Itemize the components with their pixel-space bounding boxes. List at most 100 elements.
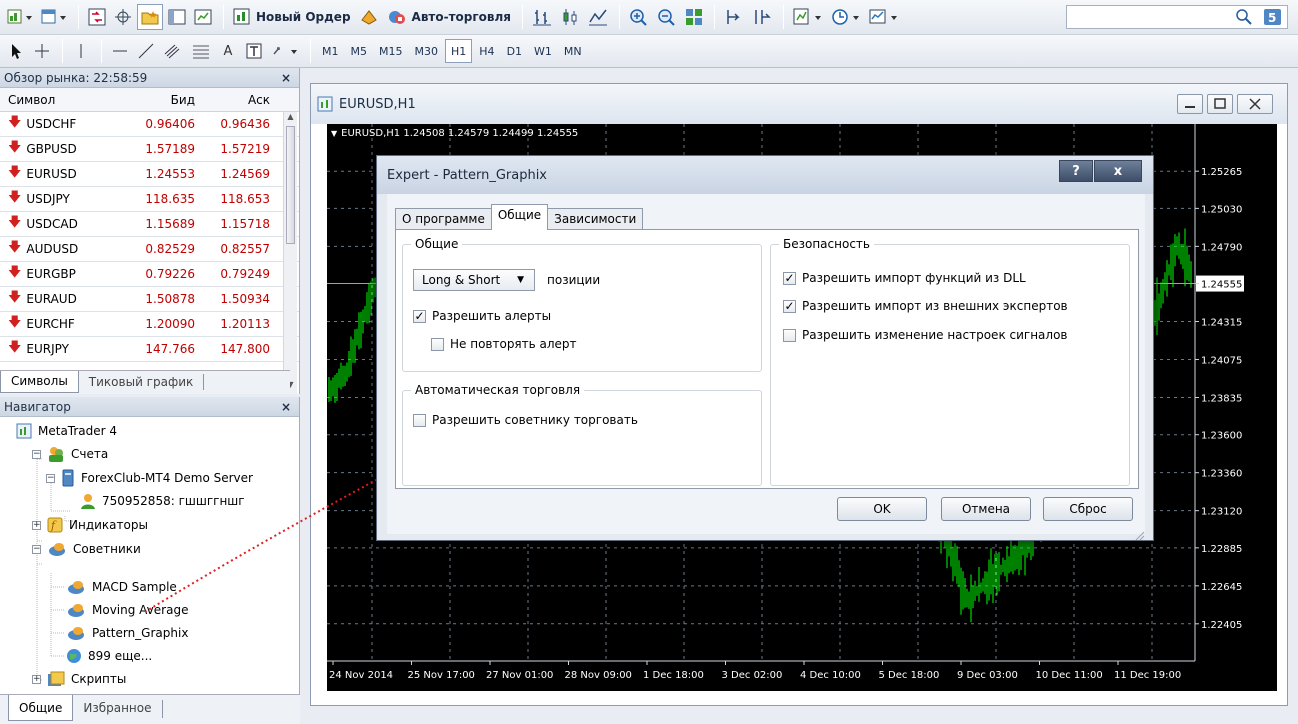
expand-toggle[interactable]: + <box>32 674 41 684</box>
timeframe-h1[interactable]: H1 <box>445 39 473 63</box>
tab-tick-chart[interactable]: Тиковый график <box>79 374 205 390</box>
trendline-tool[interactable] <box>134 38 158 64</box>
tree-experts[interactable]: − Советники <box>32 541 141 557</box>
community-icon[interactable]: 5 <box>1263 8 1283 26</box>
cancel-button[interactable]: Отмена <box>941 497 1031 521</box>
timeframe-d1[interactable]: D1 <box>502 39 527 63</box>
tree-scripts[interactable]: + Скрипты <box>32 671 126 687</box>
collapse-toggle[interactable]: − <box>32 544 41 554</box>
dialog-close-button[interactable]: x <box>1094 160 1142 182</box>
bid-column-header[interactable]: Бид <box>122 93 201 107</box>
tab-symbols[interactable]: Символы <box>0 371 79 393</box>
market-watch-scrollbar[interactable]: ▲ ▼ <box>283 112 297 394</box>
new-chart-button[interactable] <box>4 4 36 30</box>
cursor-tool[interactable] <box>4 38 28 64</box>
auto-trading-button[interactable]: Авто-торговля <box>384 4 514 30</box>
crosshair-tool[interactable] <box>30 38 54 64</box>
zoom-in-button[interactable] <box>626 4 652 30</box>
chart-shift-button[interactable] <box>721 4 747 30</box>
tile-windows-button[interactable] <box>682 4 706 30</box>
chart-window-titlebar[interactable]: EURUSD,H1 <box>311 84 1287 124</box>
table-row[interactable]: 🡇 EURGBP 0.79226 0.79249 <box>0 262 299 287</box>
minimize-button[interactable] <box>1177 94 1203 114</box>
allow-expert-trade-checkbox[interactable]: Разрешить советнику торговать <box>413 413 638 427</box>
table-row[interactable]: 🡇 EURCHF 1.20090 1.20113 <box>0 312 299 337</box>
ok-button[interactable]: OK <box>837 497 927 521</box>
table-row[interactable]: 🡇 AUDUSD 0.82529 0.82557 <box>0 237 299 262</box>
tab-common[interactable]: Общие <box>490 204 549 230</box>
vertical-line-tool[interactable] <box>69 38 93 64</box>
expert-item[interactable]: MACD Sample <box>66 579 177 595</box>
arrows-tool[interactable] <box>268 38 302 64</box>
equidistant-channel-tool[interactable] <box>160 38 186 64</box>
bar-chart-button[interactable] <box>529 4 555 30</box>
new-order-button[interactable]: Новый Ордер <box>230 4 354 30</box>
tab-general[interactable]: Общие <box>8 695 74 721</box>
table-row[interactable]: 🡇 EURAUD 1.50878 1.50934 <box>0 287 299 312</box>
tab-about[interactable]: О программе <box>395 208 492 230</box>
positions-select[interactable]: Long & Short ▼ <box>413 269 535 291</box>
templates-button[interactable] <box>866 4 902 30</box>
market-watch-close-icon[interactable]: × <box>281 71 291 85</box>
text-label-tool[interactable] <box>242 38 266 64</box>
maximize-button[interactable] <box>1207 94 1233 114</box>
fibonacci-tool[interactable] <box>188 38 214 64</box>
table-row[interactable]: 🡇 USDCAD 1.15689 1.15718 <box>0 212 299 237</box>
periods-button[interactable] <box>828 4 864 30</box>
resize-grip-icon[interactable] <box>1133 529 1145 543</box>
search-icon[interactable] <box>1235 8 1253 26</box>
expert-item[interactable]: Pattern_Graphix <box>66 625 188 641</box>
dialog-titlebar[interactable]: Expert - Pattern_Graphix ? x <box>377 156 1153 194</box>
timeframe-w1[interactable]: W1 <box>529 39 557 63</box>
allow-external-checkbox[interactable]: ✓ Разрешить импорт из внешних экспертов <box>783 299 1068 313</box>
tree-indicators[interactable]: + f Индикаторы <box>32 517 148 533</box>
tree-account[interactable]: 750952858: гшшггншг <box>80 493 245 509</box>
reset-button[interactable]: Сброс <box>1043 497 1133 521</box>
table-row[interactable]: 🡇 EURUSD 1.24553 1.24569 <box>0 162 299 187</box>
table-row[interactable]: 🡇 GBPUSD 1.57189 1.57219 <box>0 137 299 162</box>
strategy-tester-button[interactable] <box>191 4 215 30</box>
timeframe-mn[interactable]: MN <box>559 39 587 63</box>
allow-alerts-checkbox[interactable]: ✓ Разрешить алерты <box>413 309 551 323</box>
zoom-out-button[interactable] <box>654 4 680 30</box>
ask-column-header[interactable]: Аск <box>201 93 276 107</box>
tab-favorites[interactable]: Избранное <box>73 700 163 718</box>
close-button[interactable] <box>1237 94 1273 114</box>
allow-dll-checkbox[interactable]: ✓ Разрешить импорт функций из DLL <box>783 271 1026 285</box>
help-button[interactable]: ? <box>1059 160 1093 182</box>
timeframe-m1[interactable]: M1 <box>317 39 344 63</box>
table-row[interactable]: 🡇 USDJPY 118.635 118.653 <box>0 187 299 212</box>
search-input[interactable]: 5 <box>1066 5 1288 29</box>
data-window-button[interactable] <box>111 4 135 30</box>
candlestick-button[interactable] <box>557 4 583 30</box>
expert-item[interactable]: 899 еще... <box>66 648 152 664</box>
table-row[interactable]: 🡇 EURJPY 147.766 147.800 <box>0 337 299 362</box>
navigator-button[interactable] <box>137 4 163 30</box>
profiles-button[interactable] <box>38 4 70 30</box>
expand-toggle[interactable]: + <box>32 520 41 530</box>
collapse-toggle[interactable]: − <box>32 449 41 459</box>
timeframe-m5[interactable]: M5 <box>346 39 373 63</box>
indicators-button[interactable] <box>790 4 826 30</box>
tab-dependencies[interactable]: Зависимости <box>547 208 644 230</box>
expert-item[interactable]: Moving Average <box>66 602 188 618</box>
allow-signals-checkbox[interactable]: Разрешить изменение настроек сигналов <box>783 328 1068 342</box>
market-watch-button[interactable] <box>85 4 109 30</box>
text-tool[interactable]: A <box>216 38 240 64</box>
tree-accounts[interactable]: − Счета <box>32 445 108 463</box>
horizontal-line-tool[interactable] <box>108 38 132 64</box>
autoscroll-button[interactable] <box>749 4 775 30</box>
scrollbar-thumb[interactable] <box>286 126 295 244</box>
table-row[interactable]: 🡇 USDCHF 0.96406 0.96436 <box>0 112 299 137</box>
timeframe-h4[interactable]: H4 <box>474 39 499 63</box>
meta-editor-button[interactable] <box>356 4 382 30</box>
timeframe-m30[interactable]: M30 <box>410 39 444 63</box>
navigator-close-icon[interactable]: × <box>281 400 291 414</box>
terminal-button[interactable] <box>165 4 189 30</box>
collapse-toggle[interactable]: − <box>46 473 55 483</box>
line-chart-button[interactable] <box>585 4 611 30</box>
tree-root[interactable]: MetaTrader 4 <box>16 423 117 439</box>
timeframe-m15[interactable]: M15 <box>374 39 408 63</box>
no-repeat-alert-checkbox[interactable]: Не повторять алерт <box>431 337 577 351</box>
symbol-column-header[interactable]: Символ <box>0 93 122 107</box>
